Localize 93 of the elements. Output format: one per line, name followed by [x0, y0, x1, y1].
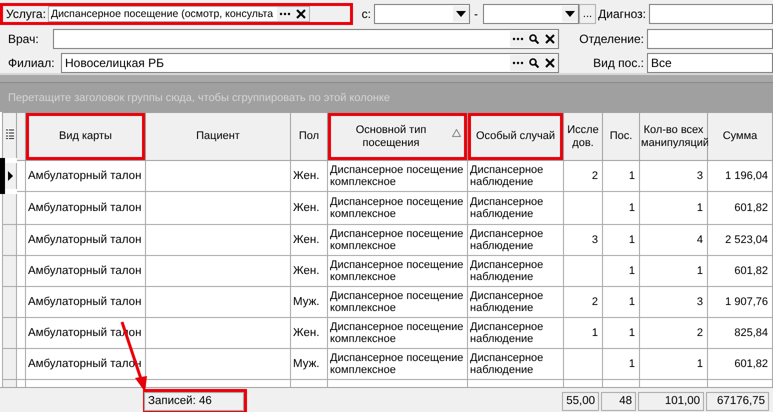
field-label: Филиал: — [7, 56, 56, 70]
table-cell: 1 — [640, 256, 708, 286]
table-cell: Диспансерное наблюдение — [468, 286, 564, 318]
table-cell: Диспансерное посещение комплексное — [328, 256, 468, 286]
table-cell: 601,82 — [708, 348, 772, 380]
column-total: 101,00 — [638, 392, 704, 410]
table-cell: 1 907,76 — [708, 286, 772, 318]
period-button[interactable]: ... — [579, 4, 596, 24]
table-cell: 3 — [564, 224, 602, 256]
table-cell: Диспансерное наблюдение — [468, 160, 564, 192]
column-header[interactable]: Особый случай — [468, 112, 564, 160]
column-header[interactable]: Основной тип посещения — [328, 112, 468, 160]
more-icon[interactable] — [510, 54, 526, 70]
column-header[interactable]: Пациент — [146, 112, 290, 160]
column-header[interactable]: Пол — [290, 112, 328, 160]
table-cell: Диспансерное наблюдение — [468, 224, 564, 256]
table-cell: 1 — [602, 192, 640, 224]
table-cell: Диспансерное посещение комплексное — [328, 348, 468, 380]
field-label: с: — [360, 7, 372, 21]
date-separator: - — [474, 7, 479, 21]
doctor-field[interactable] — [53, 28, 559, 48]
column-total: 67176,75 — [706, 392, 769, 410]
table-cell: Диспансерное наблюдение — [468, 256, 564, 286]
table-cell: Жен. — [290, 256, 328, 286]
table-cell: 2 — [564, 286, 602, 318]
table-cell: 1 196,04 — [708, 160, 772, 192]
department-field[interactable] — [647, 28, 773, 48]
column-header[interactable]: Иссле дов. — [564, 112, 602, 160]
table-cell: Диспансерное наблюдение — [468, 348, 564, 380]
column-header[interactable]: Вид карты — [26, 112, 146, 160]
table-cell: 2 — [564, 160, 602, 192]
table-cell: 1 — [640, 348, 708, 380]
column-header[interactable]: Кол-во всех манипуляций — [640, 112, 708, 160]
date-from-dropdown[interactable] — [374, 4, 470, 24]
record-count: Записей: 46 — [144, 392, 244, 410]
caret-icon[interactable] — [453, 6, 469, 22]
table-cell: Диспансерное посещение комплексное — [328, 286, 468, 318]
table-cell: 1 — [602, 318, 640, 348]
table-cell: Диспансерное посещение комплексное — [328, 224, 468, 256]
table-cell: 2 523,04 — [708, 224, 772, 256]
table-cell: Муж. — [290, 286, 328, 318]
column-header[interactable]: Сумма — [708, 112, 772, 160]
table-cell: 1 — [640, 192, 708, 224]
branch-field[interactable]: Новоселицкая РБ — [61, 52, 559, 72]
field-label: Отделение: — [578, 32, 645, 46]
table-cell: Жен. — [290, 224, 328, 256]
table-cell: 1 — [602, 160, 640, 192]
column-chooser-button[interactable] — [2, 112, 16, 160]
row-indicator[interactable] — [2, 160, 16, 192]
table-cell: 2 — [640, 318, 708, 348]
table-cell: Диспансерное наблюдение — [468, 192, 564, 224]
column-total: 48 — [601, 392, 636, 410]
table-cell: 1 — [602, 224, 640, 256]
more-icon[interactable] — [276, 7, 293, 21]
column-total: 55,00 — [562, 392, 599, 410]
table-cell: Диспансерное наблюдение — [468, 318, 564, 348]
field-label: Врач: — [7, 32, 40, 46]
field-label: Услуга: — [6, 7, 47, 21]
table-cell: Диспансерное посещение комплексное — [328, 160, 468, 192]
close-icon[interactable] — [542, 30, 558, 46]
table-cell: 1 — [564, 318, 602, 348]
table-cell: 3 — [640, 286, 708, 318]
caret-icon[interactable] — [562, 6, 578, 22]
table-cell: 1 — [602, 256, 640, 286]
table-cell: Амбулаторный талон — [26, 192, 146, 224]
diagnosis-field[interactable] — [649, 4, 773, 24]
table-cell: 825,84 — [708, 318, 772, 348]
close-icon[interactable] — [542, 54, 558, 70]
table-cell: 1 — [602, 286, 640, 318]
table-cell: Диспансерное посещение комплексное — [328, 192, 468, 224]
column-header[interactable]: Пос. — [602, 112, 640, 160]
more-icon[interactable] — [510, 30, 526, 46]
table-cell: Муж. — [290, 348, 328, 380]
table-cell: Амбулаторный талон — [26, 160, 146, 192]
table-cell: Жен. — [290, 192, 328, 224]
field-label: Диагноз: — [598, 7, 647, 21]
service-field[interactable]: Диспансерное посещение (осмотр, консульта — [48, 6, 310, 22]
list-icon — [6, 128, 14, 138]
table-cell: 601,82 — [708, 192, 772, 224]
table-cell: Диспансерное посещение комплексное — [328, 318, 468, 348]
table-cell: Жен. — [290, 160, 328, 192]
table-cell: 601,82 — [708, 256, 772, 286]
table-cell: 4 — [640, 224, 708, 256]
table-cell: Жен. — [290, 318, 328, 348]
table-cell: 3 — [640, 160, 708, 192]
table-cell: 1 — [602, 348, 640, 380]
close-icon[interactable] — [292, 7, 309, 21]
date-to-dropdown[interactable] — [483, 4, 579, 24]
visit-type-field[interactable]: Все — [647, 52, 773, 72]
table-cell: Амбулаторный талон — [26, 286, 146, 318]
table-cell: Амбулаторный талон — [26, 256, 146, 286]
field-label: Вид пос.: — [592, 56, 645, 70]
table-cell: Амбулаторный талон — [26, 224, 146, 256]
